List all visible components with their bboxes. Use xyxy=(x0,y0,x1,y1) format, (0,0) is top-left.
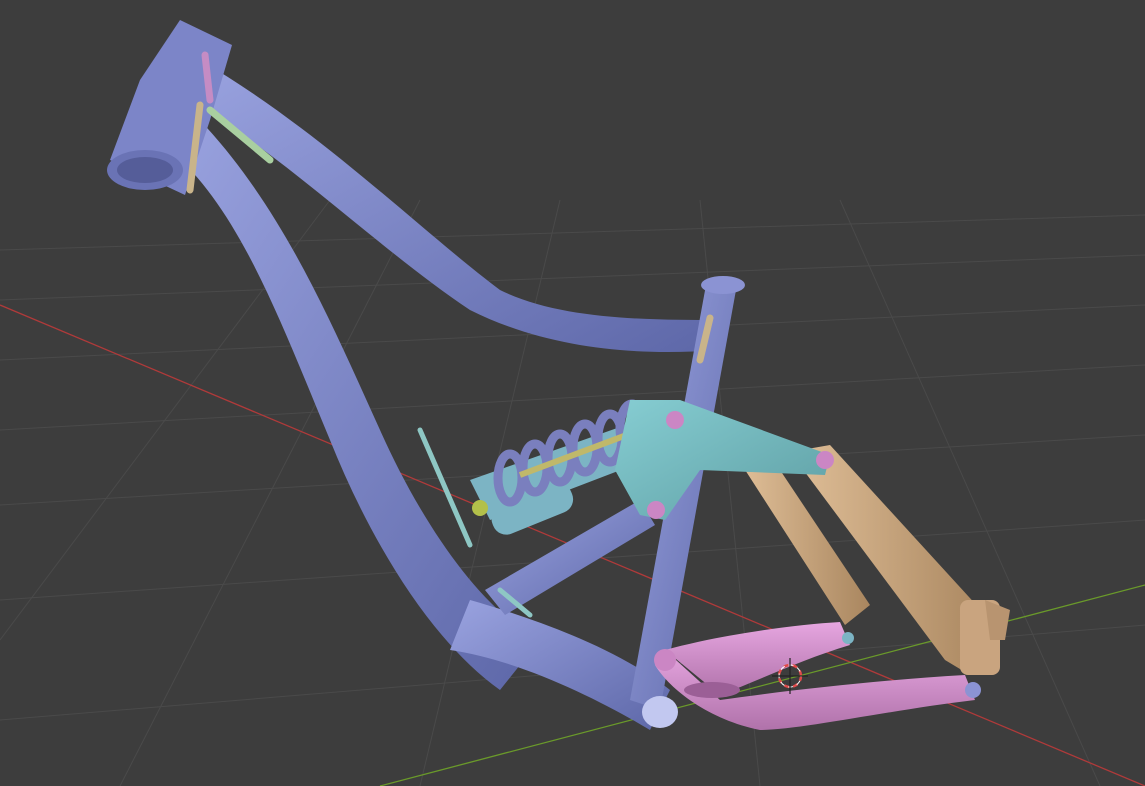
3d-viewport[interactable] xyxy=(0,0,1145,786)
